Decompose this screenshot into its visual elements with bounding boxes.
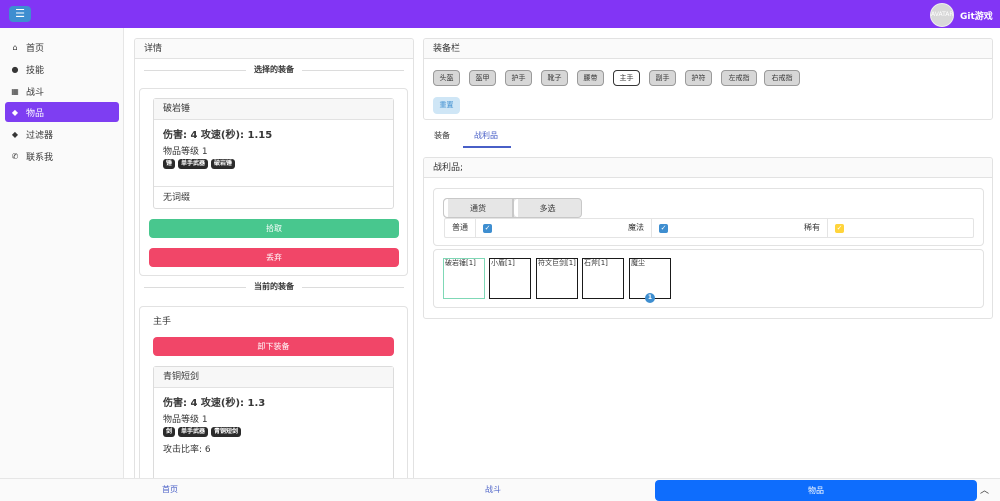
item-stats: 伤害: 4 攻速(秒): 1.15 [163, 130, 273, 141]
tab-loot[interactable]: 战利品 [463, 130, 511, 148]
loot-item[interactable]: 小盾[1] [489, 258, 531, 299]
map-icon: ▦ [11, 86, 19, 96]
rarity-filter-row: 普通 ✓ 魔法 ✓ 稀有 ✓ [444, 218, 974, 238]
bottom-nav-items[interactable]: 物品 [655, 480, 977, 501]
item-level: 物品等级 1 [163, 415, 208, 425]
sidebar-item-filter[interactable]: ◆ 过滤器 [5, 124, 119, 144]
sidebar-item-skill[interactable]: ● 技能 [5, 59, 119, 79]
slot-right-ring-button[interactable]: 右戒指 [764, 70, 800, 86]
details-title: 详情 [135, 39, 413, 59]
item-affix: 无词缀 [154, 186, 393, 208]
sidebar-item-label: 首页 [26, 43, 45, 54]
sidebar-item-label: 物品 [26, 108, 45, 119]
brand-title[interactable]: Git游戏 [960, 9, 993, 22]
sidebar-item-battle[interactable]: ▦ 战斗 [5, 81, 119, 101]
reset-button[interactable]: 重置 [433, 97, 460, 114]
item-tag: 锤 [163, 159, 176, 169]
item-tag: 单手武器 [178, 427, 209, 437]
top-navbar: ☰ AVATAR Git游戏 [0, 0, 1000, 28]
sidebar-item-label: 技能 [26, 65, 45, 76]
bottom-nav-home[interactable]: 首页 [130, 479, 210, 501]
current-equipment-heading: 当前的装备 [246, 282, 302, 292]
bottom-nav-battle[interactable]: 战斗 [453, 479, 533, 501]
selected-equipment-heading: 选择的装备 [246, 65, 302, 75]
sidebar-item-home[interactable]: ⌂ 首页 [5, 37, 119, 57]
chevron-up-icon[interactable]: ︿ [980, 483, 989, 496]
item-tag: 单手武器 [178, 159, 209, 169]
sidebar-item-contact[interactable]: ✆ 联系我 [5, 146, 119, 166]
item-tag: 破岩锤 [211, 159, 236, 169]
loot-title: 战利品; [424, 158, 992, 178]
slot-boots-button[interactable]: 靴子 [541, 70, 568, 86]
slot-amulet-button[interactable]: 护符 [685, 70, 712, 86]
loot-item[interactable]: 符文巨剑[1] [536, 258, 578, 299]
skill-icon: ● [11, 64, 19, 74]
multi-select-label: 多选 [539, 204, 556, 213]
multi-select-toggle[interactable]: 多选 [513, 198, 582, 218]
currency-toggle[interactable]: 通货 [443, 198, 513, 218]
slot-left-ring-button[interactable]: 左戒指 [721, 70, 757, 86]
filter-icon: ◆ [11, 129, 19, 139]
selected-item-card: 破岩锤 伤害: 4 攻速(秒): 1.15 物品等级 1 锤 单手武器 破岩锤 … [153, 98, 394, 209]
slot-armor-button[interactable]: 盔甲 [469, 70, 496, 86]
loot-item[interactable]: 破岩锤[1] [443, 258, 485, 299]
slot-belt-button[interactable]: 腰带 [577, 70, 604, 86]
sidebar-item-items[interactable]: ◆ 物品 [5, 102, 119, 122]
sidebar-item-label: 联系我 [26, 152, 54, 163]
rarity-magic-checkbox[interactable]: ✓ [659, 224, 668, 233]
loot-item[interactable]: 石斧[1] [582, 258, 624, 299]
item-attack-rating: 攻击比率: 6 [163, 445, 211, 455]
tab-equipment[interactable]: 装备 [434, 130, 450, 148]
item-tag: 青铜短剑 [211, 427, 242, 437]
rarity-rare-label: 稀有 [804, 223, 820, 232]
avatar[interactable]: AVATAR [930, 3, 954, 27]
home-icon: ⌂ [12, 42, 18, 52]
current-slot-label: 主手 [153, 317, 172, 327]
sidebar-item-label: 战斗 [26, 87, 45, 98]
phone-icon: ✆ [11, 151, 19, 161]
equipment-title: 装备栏 [424, 39, 992, 59]
slot-offhand-button[interactable]: 副手 [649, 70, 676, 86]
rarity-normal-label: 普通 [452, 223, 468, 232]
pick-up-button[interactable]: 拾取 [149, 219, 399, 238]
stack-count-badge: 1 [645, 293, 655, 303]
gem-icon: ◆ [11, 107, 19, 117]
selected-equipment-divider: 选择的装备 [144, 65, 404, 75]
item-tag: 剑 [163, 427, 176, 437]
hamburger-icon[interactable]: ☰ [9, 6, 31, 22]
current-item-card: 青铜短剑 伤害: 4 攻速(秒): 1.3 物品等级 1 剑 单手武器 青铜短剑… [153, 366, 394, 481]
sidebar: ⌂ 首页 ● 技能 ▦ 战斗 ◆ 物品 ◆ 过滤器 ✆ 联系我 [0, 28, 124, 478]
item-stats: 伤害: 4 攻速(秒): 1.3 [163, 398, 266, 409]
item-level: 物品等级 1 [163, 147, 208, 157]
sidebar-item-label: 过滤器 [26, 130, 54, 141]
rarity-rare-checkbox[interactable]: ✓ [835, 224, 844, 233]
rarity-magic-label: 魔法 [628, 223, 644, 232]
unequip-button[interactable]: 卸下装备 [153, 337, 394, 356]
rarity-normal-checkbox[interactable]: ✓ [483, 224, 492, 233]
item-name: 破岩锤 [154, 99, 393, 120]
item-name: 青铜短剑 [154, 367, 393, 388]
slot-helmet-button[interactable]: 头盔 [433, 70, 460, 86]
bottom-navbar: 首页 战斗 物品 ︿ [0, 478, 1000, 501]
current-equipment-divider: 当前的装备 [144, 282, 404, 292]
slot-mainhand-button[interactable]: 主手 [613, 70, 640, 86]
discard-button[interactable]: 丢弃 [149, 248, 399, 267]
slot-gloves-button[interactable]: 护手 [505, 70, 532, 86]
currency-toggle-label: 通货 [470, 204, 486, 213]
